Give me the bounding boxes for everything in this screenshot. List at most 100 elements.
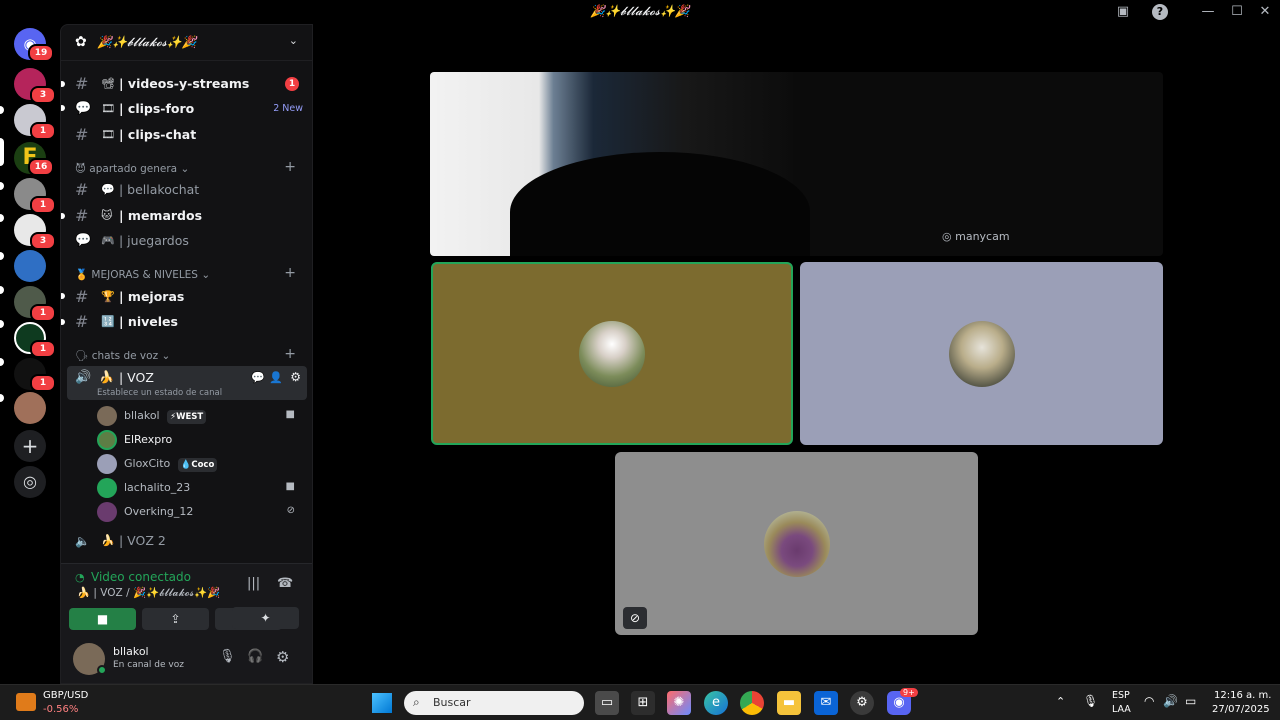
add-channel-icon[interactable]: +	[284, 346, 296, 362]
microphone-icon[interactable]: 🎙	[219, 649, 236, 664]
hash-icon: #	[75, 180, 89, 199]
server-badge: 1	[30, 122, 56, 140]
language-code[interactable]: ESP	[1112, 690, 1130, 701]
forum-icon: 💬	[75, 101, 92, 116]
invite-icon[interactable]: 👤	[269, 371, 283, 384]
user-settings-icon[interactable]: ⚙	[276, 648, 289, 666]
search-box[interactable]: ⌕ Buscar	[404, 691, 584, 715]
channel-name: | juegardos	[119, 233, 189, 248]
share-screen-button[interactable]: ⇪	[142, 608, 209, 630]
minimize-icon[interactable]: —	[1200, 4, 1216, 20]
server-badge: 3	[30, 86, 56, 104]
help-icon[interactable]: ?	[1152, 4, 1168, 20]
voice-user-bllakol[interactable]: bllakol ⚡WEST ■	[97, 404, 303, 426]
app-icon[interactable]: ⚙	[850, 691, 874, 715]
channel-bellakochat[interactable]: # 💬 | bellakochat	[67, 178, 307, 202]
voice-user-elrexpro[interactable]: ElRexpro	[97, 428, 303, 450]
discover-button[interactable]: ◎	[14, 466, 46, 498]
voice-user-name: bllakol	[124, 409, 160, 422]
unread-dot	[61, 293, 65, 299]
copilot-icon[interactable]: ✺	[667, 691, 691, 715]
hash-icon: #	[75, 74, 89, 93]
channel-juegardos[interactable]: 💬 🎮 | juegardos	[67, 229, 307, 253]
clock-time[interactable]: 12:16 a. m.	[1214, 690, 1271, 701]
edge-icon[interactable]: e	[704, 691, 728, 715]
inbox-icon[interactable]: ▣	[1115, 4, 1131, 20]
category-label: apartado genera	[89, 163, 178, 175]
wifi-icon[interactable]: ◠	[1144, 694, 1154, 708]
tray-mic-icon[interactable]: 🎙	[1083, 694, 1098, 708]
add-server-button[interactable]: +	[14, 430, 46, 462]
user-panel: bllakol En canal de voz 🎙 🎧 ⚙	[61, 635, 312, 683]
server-icon-6[interactable]	[14, 250, 46, 282]
category-chats-de-voz[interactable]: 🗣 chats de voz ⌄	[75, 348, 170, 364]
category-emoji: 🏅	[75, 269, 89, 281]
noise-suppression-icon[interactable]: |||	[247, 576, 260, 591]
online-status-dot	[97, 665, 107, 675]
channel-clips-chat[interactable]: # 🎞 | clips-chat	[67, 123, 307, 147]
voice-user-gloxcito[interactable]: GloxCito 💧Coco	[97, 452, 303, 474]
stock-widget-icon[interactable]	[16, 693, 36, 711]
chrome-icon[interactable]	[740, 691, 764, 715]
chevron-down-icon: ⌄	[201, 269, 211, 281]
video-tile-gloxcito[interactable]	[800, 262, 1163, 445]
disconnect-icon[interactable]: ☎	[277, 576, 293, 591]
category-apartado-general[interactable]: 😈 apartado genera ⌄	[75, 161, 189, 177]
video-tile-stream[interactable]: ◎ manycam	[430, 72, 1163, 256]
category-mejoras-niveles[interactable]: 🏅 MEJORAS & NIVELES ⌄	[75, 267, 210, 283]
channel-emoji: 🎞	[101, 128, 115, 141]
guild-name: 🎉✨𝓫𝓵𝓵𝓪𝓴𝓸𝓼✨🎉	[97, 35, 197, 49]
add-channel-icon[interactable]: +	[284, 159, 296, 175]
video-camera-icon: ■	[96, 612, 109, 626]
hash-icon: #	[75, 312, 89, 331]
chevron-down-icon: ⌄	[288, 34, 298, 47]
voice-channel-voz-2[interactable]: 🔈 🍌 | VOZ 2	[67, 529, 307, 553]
settings-icon[interactable]: ⚙	[290, 370, 301, 384]
voice-user-name: lachalito_23	[124, 481, 191, 494]
voice-user-overking[interactable]: Overking_12 ⊘	[97, 500, 303, 522]
clock-date[interactable]: 27/07/2025	[1212, 704, 1270, 715]
voice-channel-voz[interactable]: 🔊 🍌 | VOZ Establece un estado de canal 💬…	[67, 366, 307, 400]
channel-mejoras[interactable]: # 🏆 | mejoras	[67, 285, 307, 309]
maximize-icon[interactable]: ☐	[1229, 4, 1245, 20]
store-icon[interactable]: ⊞	[631, 691, 655, 715]
guild-header[interactable]: ✿ 🎉✨𝓫𝓵𝓵𝓪𝓴𝓸𝓼✨🎉 ⌄	[61, 25, 312, 61]
channel-name: | clips-chat	[119, 127, 197, 142]
tray-overflow-icon[interactable]: ⌃	[1056, 695, 1065, 708]
chat-icon[interactable]: 💬	[251, 371, 265, 384]
username[interactable]: bllakol	[113, 645, 149, 658]
volume-icon[interactable]: 🔊	[1163, 694, 1178, 708]
voice-status[interactable]: Video conectado	[91, 570, 191, 584]
soundboard-button[interactable]: ✦	[232, 607, 299, 629]
channel-status-text[interactable]: Establece un estado de canal	[97, 388, 222, 398]
task-view-icon[interactable]: ▭	[595, 691, 619, 715]
video-tile-overking[interactable]: ⊘	[615, 452, 978, 635]
mention-badge: 1	[285, 77, 299, 91]
unread-pill	[0, 214, 4, 222]
voice-user-lachalito[interactable]: lachalito_23 ■	[97, 476, 303, 498]
channel-memardos[interactable]: # 🐱 | memardos	[67, 204, 307, 228]
add-channel-icon[interactable]: +	[284, 265, 296, 281]
server-icon-10[interactable]	[14, 392, 46, 424]
ticker-symbol[interactable]: GBP/USD	[43, 690, 88, 701]
channel-clips-foro[interactable]: 💬 🎞 | clips-foro 2 New	[67, 97, 307, 121]
chevron-down-icon: ⌄	[180, 163, 190, 175]
category-emoji: 🗣	[75, 350, 89, 362]
new-posts-label: 2 New	[273, 103, 303, 114]
file-explorer-icon[interactable]: ▬	[777, 691, 801, 715]
battery-icon[interactable]: ▭	[1185, 694, 1196, 708]
server-badge: 1	[30, 196, 56, 214]
channel-niveles[interactable]: # 🔢 | niveles	[67, 310, 307, 334]
video-tile-elrexpro[interactable]	[431, 262, 793, 445]
voice-location[interactable]: 🍌 | VOZ / 🎉✨𝓫𝓵𝓵𝓪𝓴𝓸𝓼✨🎉	[77, 586, 220, 600]
close-icon[interactable]: ✕	[1257, 4, 1273, 20]
headphones-icon[interactable]: 🎧	[247, 649, 263, 664]
channel-videos-y-streams[interactable]: # 📽 | videos-y-streams 1	[67, 72, 307, 96]
muted-mic-icon: ⊘	[623, 607, 647, 629]
server-badge: 1	[30, 374, 56, 392]
start-icon[interactable]	[372, 693, 392, 713]
outlook-icon[interactable]: ✉	[814, 691, 838, 715]
unread-pill	[0, 394, 4, 402]
channel-name: | VOZ 2	[119, 533, 166, 548]
camera-button[interactable]: ■	[69, 608, 136, 630]
